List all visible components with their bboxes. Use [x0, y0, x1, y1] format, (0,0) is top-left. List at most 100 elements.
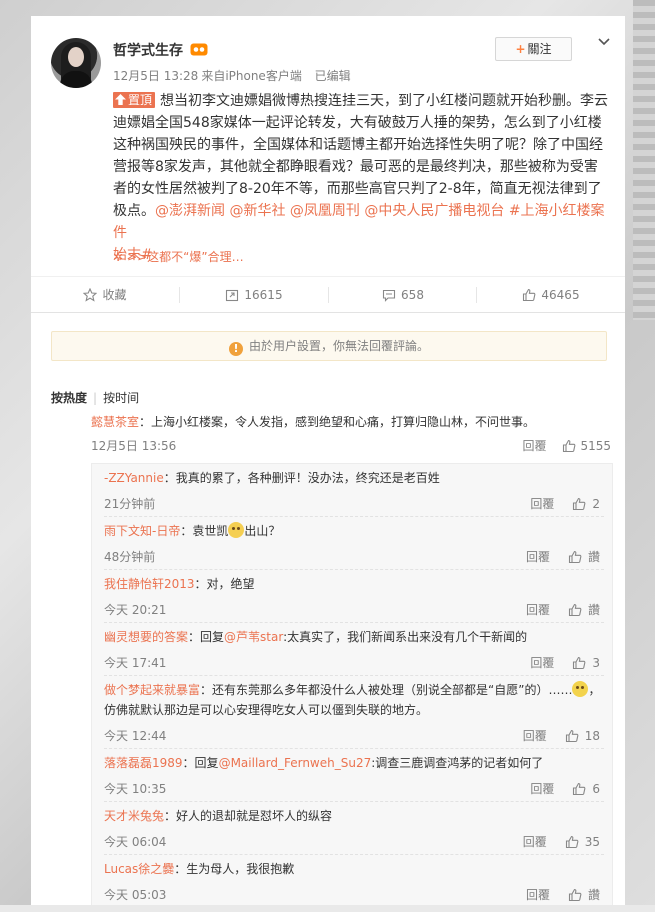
like-count: 35 — [584, 835, 600, 849]
like-count: 2 — [592, 497, 600, 511]
reply-like-button[interactable]: 讚 — [568, 550, 600, 564]
weibo-post-card: 哲学式生存 12月5日 13:28 来自iPhone客户端 已编辑 + 關注 置頂想… — [31, 16, 625, 312]
comment-button[interactable]: 658 — [329, 277, 477, 313]
reply-body-tail: :调查三鹿调查鸿茅的记者如何了 — [371, 756, 544, 770]
commenter-name[interactable]: 幽灵想要的答案 — [104, 630, 188, 644]
reply-list: -ZZYannie：我真的累了，各种删评！没办法，终究还是老百姓 21分钟前 回覆… — [91, 463, 613, 906]
mention-link[interactable]: @中央人民广播电视台 — [364, 203, 504, 219]
reply-actions: 回覆 讚 — [526, 548, 600, 565]
reply-like-button[interactable]: 讚 — [568, 888, 600, 902]
reply-time: 今天 12:44 — [104, 729, 167, 743]
like-count: 3 — [592, 656, 600, 670]
sort-by-time[interactable]: 按时间 — [103, 391, 139, 405]
like-count: 讚 — [587, 888, 600, 902]
post-date[interactable]: 12月5日 13:28 — [113, 69, 198, 83]
mention-link[interactable]: @芦苇star — [224, 630, 283, 644]
commenter-name[interactable]: 雨下文知-日帝 — [104, 524, 180, 538]
reply-like-button[interactable]: 6 — [572, 782, 600, 796]
reply-footer: 21分钟前 回覆 2 — [104, 492, 604, 514]
vip-badge-icon[interactable] — [190, 43, 208, 56]
reply-footer: 今天 06:04 回覆 35 — [104, 830, 604, 852]
reply-button[interactable]: 回覆 — [530, 782, 554, 796]
thumbs-up-icon — [565, 729, 579, 743]
thumbs-up-icon — [568, 888, 582, 902]
comment-icon — [382, 289, 396, 302]
reply-footer: 今天 05:03 回覆 讚 — [104, 883, 604, 905]
collapsed-content-text: >>这都不“爆”合理… — [127, 250, 244, 264]
post-username[interactable]: 哲学式生存 — [113, 40, 183, 60]
mention-link[interactable]: @新华社 — [229, 203, 285, 219]
reply-like-button[interactable]: 35 — [565, 835, 600, 849]
post-body-text: 想当初李文迪嫖娼微博热搜连挂三天，到了小红楼问题就开始秒删。李云迪嫖娼全国548… — [113, 93, 609, 219]
like-count: 讚 — [587, 603, 600, 617]
chevron-down-icon[interactable] — [596, 34, 612, 50]
comment-count: 658 — [401, 288, 424, 302]
reply-button[interactable]: 回覆 — [530, 497, 554, 511]
mention-link[interactable]: @Maillard_Fernweh_Su27 — [219, 756, 372, 770]
star-icon — [83, 287, 98, 302]
pin-icon — [115, 94, 126, 105]
sort-by-hot[interactable]: 按热度 — [51, 391, 87, 405]
comment-text: 懿慧茶室：上海小红楼案，令人发指，感到绝望和心痛，打算归隐山林，不问世事。 — [91, 413, 611, 431]
background-decoration — [633, 0, 655, 320]
reply-like-button[interactable]: 18 — [565, 729, 600, 743]
reply-time: 今天 06:04 — [104, 835, 167, 849]
thumbs-up-icon — [573, 497, 586, 511]
like-button[interactable]: 46465 — [477, 277, 625, 313]
reply-like-button[interactable]: 讚 — [568, 603, 600, 617]
like-count: 讚 — [587, 550, 600, 564]
reply-footer: 今天 12:44 回覆 18 — [104, 724, 604, 746]
comment-footer: 12月5日 13:56 回覆 5155 — [91, 435, 611, 457]
mention-link[interactable]: @凤凰周刊 — [290, 203, 360, 219]
plus-icon: + — [515, 42, 526, 56]
reply-body: ：我真的累了，各种删评！没办法，终究还是老百姓 — [163, 471, 440, 485]
like-count: 18 — [584, 729, 600, 743]
reply-footer: 今天 20:21 回覆 讚 — [104, 598, 604, 620]
commenter-name[interactable]: 我住静怡轩2013 — [104, 577, 195, 591]
thumbs-up-icon — [568, 603, 582, 617]
list-item: Lucas徐之爨：生为母人，我很抱歉 今天 05:03 回覆 讚 — [104, 855, 604, 906]
reply-button[interactable]: 回覆 — [526, 603, 550, 617]
edited-label[interactable]: 已编辑 — [315, 69, 351, 83]
commenter-name[interactable]: 天才米兔兔 — [104, 809, 164, 823]
commenter-name[interactable]: -ZZYannie — [104, 471, 164, 485]
list-item: 我住静怡轩2013：对，绝望 今天 20:21 回覆 讚 — [104, 570, 604, 623]
list-item: 雨下文知-日帝：袁世凯 出山？ 48分钟前 回覆 讚 — [104, 517, 604, 570]
reply-button[interactable]: 回覆 — [526, 888, 550, 902]
reply-button[interactable]: 回覆 — [523, 835, 547, 849]
collapsed-content-link[interactable]: ✲ >>这都不“爆”合理… — [113, 248, 244, 265]
repost-count: 16615 — [244, 288, 283, 302]
reply-like-button[interactable]: 3 — [572, 656, 600, 670]
warning-icon: ! — [228, 342, 243, 356]
reply-body: ：对，绝望 — [194, 577, 255, 591]
reply-time: 今天 20:21 — [104, 603, 167, 617]
mention-link[interactable]: @澎湃新闻 — [155, 203, 225, 219]
reply-body-tail: 出山？ — [244, 524, 281, 538]
reply-button[interactable]: 回覆 — [522, 439, 546, 453]
repost-button[interactable]: 16615 — [180, 277, 328, 313]
avatar[interactable] — [51, 38, 101, 88]
commenter-name[interactable]: Lucas徐之爨 — [104, 862, 174, 876]
sort-divider: | — [93, 391, 98, 405]
reply-text: 我住静怡轩2013：对，绝望 — [104, 570, 604, 594]
reply-button[interactable]: 回覆 — [526, 550, 550, 564]
thumbs-up-icon — [573, 782, 586, 796]
thumbs-up-icon — [568, 550, 582, 564]
reply-footer: 48分钟前 回覆 讚 — [104, 545, 604, 567]
reply-button[interactable]: 回覆 — [530, 656, 554, 670]
comment-like-button[interactable]: 5155 — [562, 439, 611, 453]
commenter-name[interactable]: 做个梦起来就暴富 — [104, 683, 200, 697]
reply-footer: 今天 10:35 回覆 6 — [104, 777, 604, 799]
favorite-button[interactable]: 收藏 — [31, 277, 179, 313]
comment-time: 12月5日 13:56 — [91, 439, 177, 453]
post-action-bar: 收藏 16615 658 46465 — [31, 276, 625, 313]
post-source: 来自iPhone客户端 — [201, 69, 302, 83]
reply-like-button[interactable]: 2 — [572, 497, 600, 511]
reply-actions: 回覆 讚 — [526, 886, 600, 903]
reply-time: 今天 17:41 — [104, 656, 167, 670]
reply-button[interactable]: 回覆 — [523, 729, 547, 743]
follow-button[interactable]: + 關注 — [495, 37, 572, 61]
commenter-name[interactable]: 落落磊磊1989 — [104, 756, 183, 770]
commenter-name[interactable]: 懿慧茶室 — [91, 415, 139, 429]
reply-body: ：回复 — [182, 756, 219, 770]
